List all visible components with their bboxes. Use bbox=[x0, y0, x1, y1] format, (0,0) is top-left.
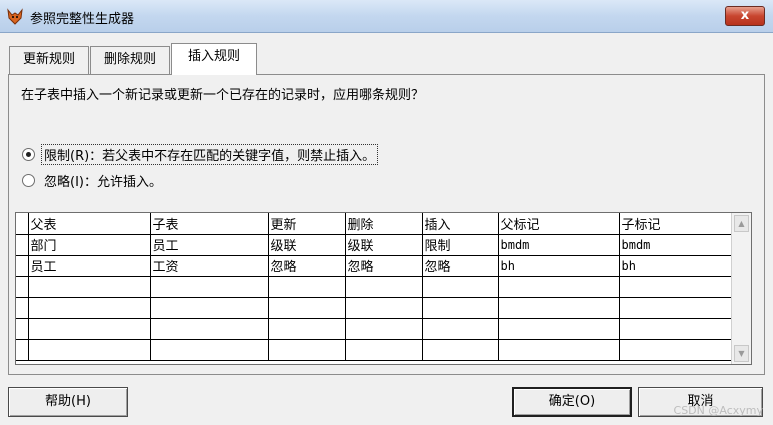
table-cell[interactable] bbox=[498, 276, 620, 298]
table-cell[interactable] bbox=[28, 297, 151, 319]
fox-app-icon bbox=[7, 8, 23, 25]
table-cell[interactable]: bmdm bbox=[498, 234, 620, 256]
table-cell[interactable]: 忽略 bbox=[345, 255, 423, 277]
table-cell[interactable]: 忽略 bbox=[422, 255, 499, 277]
table-row[interactable] bbox=[16, 276, 734, 298]
table-cell[interactable]: 限制 bbox=[422, 234, 499, 256]
scroll-up-arrow-icon[interactable]: ▲ bbox=[734, 215, 749, 232]
table-cell[interactable] bbox=[498, 318, 620, 340]
ignore-option-label: 忽略(I)：允许插入。 bbox=[44, 174, 162, 190]
row-selector[interactable] bbox=[16, 276, 29, 298]
column-header[interactable]: 父表 bbox=[28, 213, 151, 235]
table-cell[interactable]: 忽略 bbox=[268, 255, 346, 277]
table-row[interactable] bbox=[16, 318, 734, 340]
restrict-option[interactable]: 限制(R)：若父表中不存在匹配的关键字值，则禁止插入。 bbox=[22, 143, 379, 165]
table-cell[interactable] bbox=[150, 318, 269, 340]
table-cell[interactable] bbox=[345, 318, 423, 340]
table-row[interactable] bbox=[16, 297, 734, 319]
radio-unchecked-icon[interactable] bbox=[22, 173, 35, 187]
table-cell[interactable]: 级联 bbox=[345, 234, 423, 256]
row-selector[interactable] bbox=[16, 234, 29, 256]
row-selector[interactable] bbox=[16, 339, 29, 361]
row-selector[interactable] bbox=[16, 318, 29, 340]
table-cell[interactable] bbox=[422, 318, 499, 340]
table-cell[interactable] bbox=[28, 318, 151, 340]
table-cell[interactable] bbox=[268, 276, 346, 298]
table-cell[interactable]: bmdm bbox=[619, 234, 734, 256]
ignore-option[interactable]: 忽略(I)：允许插入。 bbox=[22, 171, 164, 190]
row-selector[interactable] bbox=[16, 213, 29, 235]
table-cell[interactable] bbox=[619, 339, 734, 361]
table-cell[interactable]: bh bbox=[498, 255, 620, 277]
table-cell[interactable] bbox=[619, 318, 734, 340]
column-header[interactable]: 父标记 bbox=[498, 213, 620, 235]
watermark: CSDN @Acxymy bbox=[673, 404, 763, 417]
table-cell[interactable] bbox=[28, 339, 151, 361]
relations-table: 父表 子表 更新 删除 插入 父标记 子标记 部门 员工 级联 级联 限制 bm… bbox=[16, 213, 734, 361]
tab-label: 删除规则 bbox=[103, 52, 156, 67]
radio-checked-icon[interactable] bbox=[22, 147, 35, 161]
table-cell[interactable]: 部门 bbox=[28, 234, 151, 256]
table-cell[interactable]: 员工 bbox=[28, 255, 151, 277]
table-cell[interactable] bbox=[150, 276, 269, 298]
relations-grid[interactable]: 父表 子表 更新 删除 插入 父标记 子标记 部门 员工 级联 级联 限制 bm… bbox=[15, 212, 752, 365]
table-cell[interactable] bbox=[28, 276, 151, 298]
close-icon: x bbox=[740, 8, 750, 23]
table-cell[interactable] bbox=[498, 339, 620, 361]
help-button-label: 帮助(H) bbox=[45, 394, 91, 409]
table-cell[interactable] bbox=[422, 339, 499, 361]
ok-button[interactable]: 确定(O) bbox=[512, 387, 632, 417]
table-cell[interactable] bbox=[268, 339, 346, 361]
table-cell[interactable] bbox=[345, 339, 423, 361]
table-cell[interactable]: 工资 bbox=[150, 255, 269, 277]
table-cell[interactable] bbox=[345, 276, 423, 298]
help-button[interactable]: 帮助(H) bbox=[8, 387, 128, 417]
vertical-scrollbar[interactable]: ▲ ▼ bbox=[731, 213, 751, 364]
rule-question: 在子表中插入一个新记录或更新一个已存在的记录时，应用哪条规则？ bbox=[21, 88, 425, 103]
table-row[interactable] bbox=[16, 339, 734, 361]
tab-insert-rules[interactable]: 插入规则 bbox=[171, 43, 257, 75]
table-cell[interactable] bbox=[150, 339, 269, 361]
tab-update-rules[interactable]: 更新规则 bbox=[9, 46, 89, 74]
table-row[interactable]: 员工 工资 忽略 忽略 忽略 bh bh bbox=[16, 255, 734, 277]
table-cell[interactable]: 级联 bbox=[268, 234, 346, 256]
column-header[interactable]: 子表 bbox=[150, 213, 269, 235]
window-title: 参照完整性生成器 bbox=[30, 12, 135, 27]
table-cell[interactable] bbox=[619, 276, 734, 298]
close-button[interactable]: x bbox=[725, 6, 765, 26]
column-header[interactable]: 子标记 bbox=[619, 213, 734, 235]
tab-delete-rules[interactable]: 删除规则 bbox=[90, 46, 170, 74]
table-cell[interactable]: 员工 bbox=[150, 234, 269, 256]
table-cell[interactable] bbox=[345, 297, 423, 319]
table-cell[interactable] bbox=[150, 297, 269, 319]
ok-button-label: 确定(O) bbox=[548, 394, 596, 409]
row-selector[interactable] bbox=[16, 255, 29, 277]
scroll-down-arrow-icon[interactable]: ▼ bbox=[734, 345, 749, 362]
table-cell[interactable] bbox=[268, 318, 346, 340]
table-cell[interactable] bbox=[422, 297, 499, 319]
table-cell[interactable] bbox=[268, 297, 346, 319]
table-cell[interactable]: bh bbox=[619, 255, 734, 277]
header-row: 父表 子表 更新 删除 插入 父标记 子标记 bbox=[16, 213, 734, 235]
title-bar: 参照完整性生成器 x bbox=[0, 0, 773, 33]
restrict-option-label: 限制(R)：若父表中不存在匹配的关键字值，则禁止插入。 bbox=[40, 143, 379, 165]
table-row[interactable]: 部门 员工 级联 级联 限制 bmdm bmdm bbox=[16, 234, 734, 256]
table-cell[interactable] bbox=[498, 297, 620, 319]
tab-label: 更新规则 bbox=[22, 52, 75, 67]
column-header[interactable]: 删除 bbox=[345, 213, 423, 235]
table-cell[interactable] bbox=[619, 297, 734, 319]
column-header[interactable]: 插入 bbox=[422, 213, 499, 235]
row-selector[interactable] bbox=[16, 297, 29, 319]
tab-label: 插入规则 bbox=[187, 49, 240, 64]
column-header[interactable]: 更新 bbox=[268, 213, 346, 235]
table-cell[interactable] bbox=[422, 276, 499, 298]
